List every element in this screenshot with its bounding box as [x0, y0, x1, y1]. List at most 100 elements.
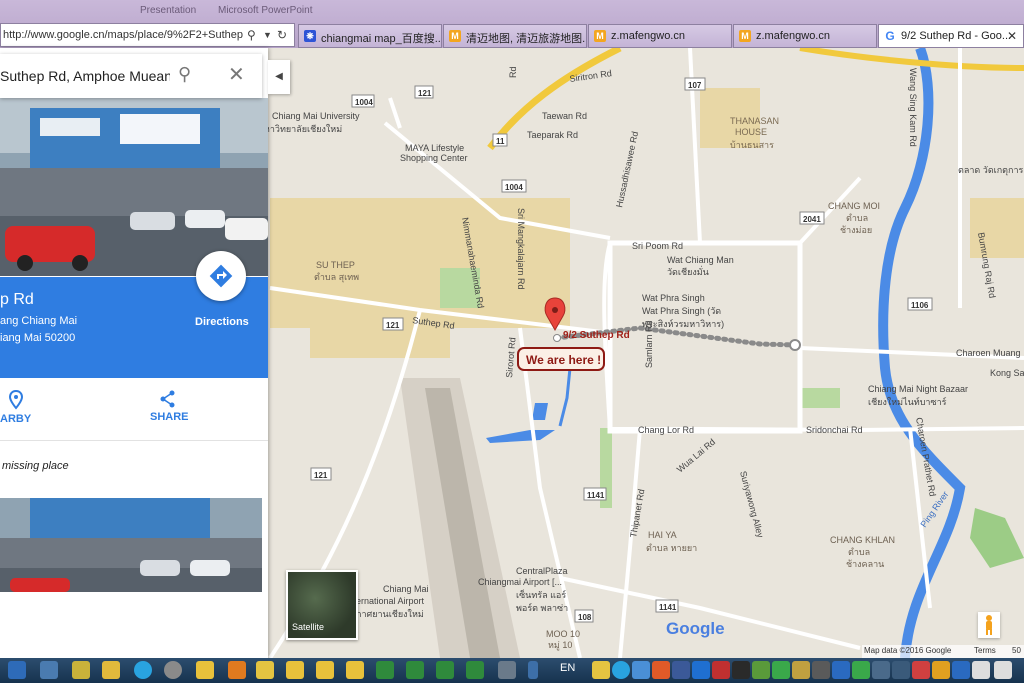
- marker-label: 9/2 Suthep Rd: [563, 330, 630, 341]
- map-label: MOO 10: [546, 629, 580, 639]
- bluetooth-icon[interactable]: [832, 661, 850, 679]
- scroll-icon[interactable]: [528, 661, 538, 679]
- map-label: Chiangmai Airport [...: [478, 577, 562, 587]
- tray-icon[interactable]: [712, 661, 730, 679]
- tray-icon[interactable]: [672, 661, 690, 679]
- mail-icon[interactable]: [286, 661, 304, 679]
- tray-icon[interactable]: [652, 661, 670, 679]
- map-label: Sridonchai Rd: [806, 425, 863, 435]
- location-icon: [8, 389, 23, 410]
- window-title-left: Presentation: [140, 5, 197, 16]
- tray-icon[interactable]: [692, 661, 710, 679]
- map-label: Sri Mangkalajarn Rd: [516, 208, 526, 290]
- map-label: THANASAN: [730, 116, 779, 126]
- mail-icon[interactable]: [316, 661, 334, 679]
- tray-icon[interactable]: [872, 661, 890, 679]
- map-label: MAYA Lifestyle: [405, 143, 464, 153]
- map-label: ตำบล: [848, 547, 870, 557]
- map-label: ตำบล สุเทพ: [314, 272, 359, 283]
- directions-button[interactable]: [196, 251, 246, 301]
- terms-link[interactable]: Terms: [974, 646, 996, 655]
- share-icon: [160, 390, 175, 408]
- tray-icon[interactable]: [812, 661, 830, 679]
- search-icon[interactable]: ⚲: [178, 64, 191, 85]
- map-label: Rd: [508, 66, 518, 78]
- map-label: มหาวิทยาลัยเชียงใหม่: [258, 124, 342, 134]
- google-logo: Google: [666, 619, 725, 638]
- tray-icon[interactable]: [932, 661, 950, 679]
- directions-label[interactable]: Directions: [195, 316, 249, 328]
- tray-icon[interactable]: [772, 661, 790, 679]
- directions-icon: [209, 264, 233, 288]
- mafengwo-icon: M: [739, 30, 751, 42]
- tab-mafengwo-2[interactable]: M z.mafengwo.cn: [733, 24, 877, 48]
- tab-google-maps[interactable]: G 9/2 Suthep Rd - Goo... ✕: [878, 24, 1024, 48]
- svg-text:11: 11: [496, 137, 505, 146]
- lock-icon[interactable]: [792, 661, 810, 679]
- pegman-icon: [986, 615, 992, 635]
- close-tab-icon[interactable]: ✕: [1007, 29, 1017, 43]
- place-photo[interactable]: [0, 498, 262, 592]
- office-icon[interactable]: [228, 661, 246, 679]
- clear-icon[interactable]: ✕: [228, 62, 245, 87]
- map-label: บ้านธนสาร: [730, 140, 774, 150]
- mafengwo-icon: M: [594, 30, 606, 42]
- tab-baidu[interactable]: ❋ chiangmai map_百度搜...: [298, 24, 442, 48]
- tray-icon[interactable]: [912, 661, 930, 679]
- tray-icon[interactable]: [632, 661, 650, 679]
- tray-icon[interactable]: [952, 661, 970, 679]
- street-view-pegman[interactable]: [978, 612, 1000, 638]
- excel-icon[interactable]: [466, 661, 484, 679]
- map-label: เชียงใหม่ไนท์บาซาร์: [868, 396, 947, 407]
- mail-icon[interactable]: [196, 661, 214, 679]
- tab-mafengwo-1[interactable]: M z.mafengwo.cn: [588, 24, 732, 48]
- search-box[interactable]: Suthep Rd, Amphoe Mueang ⚲ ✕: [0, 54, 262, 98]
- scale-label: 50: [1012, 646, 1021, 655]
- volume-icon[interactable]: [994, 661, 1012, 679]
- tray-icon[interactable]: [592, 661, 610, 679]
- svg-text:121: 121: [418, 89, 432, 98]
- nearby-button[interactable]: ARBY: [0, 389, 31, 425]
- tab-label: 9/2 Suthep Rd - Goo...: [901, 30, 1012, 42]
- map-label: ตลาด วัดเกตุการ: [958, 165, 1024, 176]
- search-icon[interactable]: ⚲: [247, 28, 256, 42]
- info-icon[interactable]: [8, 661, 26, 679]
- address-url[interactable]: http://www.google.cn/maps/place/9%2F2+Su…: [3, 29, 243, 41]
- share-button[interactable]: SHARE: [150, 390, 189, 423]
- tab-mafengwo-map[interactable]: M 清迈地图, 清迈旅游地图...: [443, 24, 587, 48]
- skype-icon[interactable]: [134, 661, 152, 679]
- tool-icon[interactable]: [72, 661, 90, 679]
- baidu-icon: ❋: [304, 30, 316, 42]
- tray-icon[interactable]: [892, 661, 910, 679]
- map-label: วัดเชียงมั่น: [667, 265, 709, 277]
- place-address-line2: iang Mai 50200: [0, 332, 76, 344]
- excel-icon[interactable]: [376, 661, 394, 679]
- language-indicator[interactable]: EN: [560, 662, 575, 674]
- street-view-photo[interactable]: [0, 98, 268, 276]
- add-missing-place-link[interactable]: missing place: [2, 460, 69, 472]
- map-label: Sri Poom Rd: [632, 241, 683, 251]
- folder-icon[interactable]: [102, 661, 120, 679]
- excel-icon[interactable]: [436, 661, 454, 679]
- network-icon[interactable]: [972, 661, 990, 679]
- svg-text:108: 108: [578, 613, 592, 622]
- chat-icon[interactable]: [164, 661, 182, 679]
- satellite-label: Satellite: [292, 622, 325, 632]
- address-bar[interactable]: http://www.google.cn/maps/place/9%2F2+Su…: [0, 23, 295, 47]
- refresh-icon[interactable]: ↻: [277, 28, 287, 42]
- app-icon[interactable]: [498, 661, 516, 679]
- notes-icon[interactable]: [256, 661, 274, 679]
- excel-icon[interactable]: [406, 661, 424, 679]
- satellite-toggle[interactable]: Satellite: [286, 570, 358, 640]
- skype-tray-icon[interactable]: [612, 661, 630, 679]
- place-header: p Rd ang Chiang Mai iang Mai 50200 Direc…: [0, 251, 268, 378]
- svg-text:1141: 1141: [659, 603, 677, 612]
- collapse-panel-button[interactable]: ◀: [268, 60, 290, 94]
- monitor-icon[interactable]: [40, 661, 58, 679]
- dropdown-icon[interactable]: ▼: [263, 30, 272, 40]
- tray-icon[interactable]: [732, 661, 750, 679]
- tray-icon[interactable]: [752, 661, 770, 679]
- mail-icon[interactable]: [346, 661, 364, 679]
- search-input[interactable]: Suthep Rd, Amphoe Mueang: [0, 68, 170, 84]
- tray-icon[interactable]: [852, 661, 870, 679]
